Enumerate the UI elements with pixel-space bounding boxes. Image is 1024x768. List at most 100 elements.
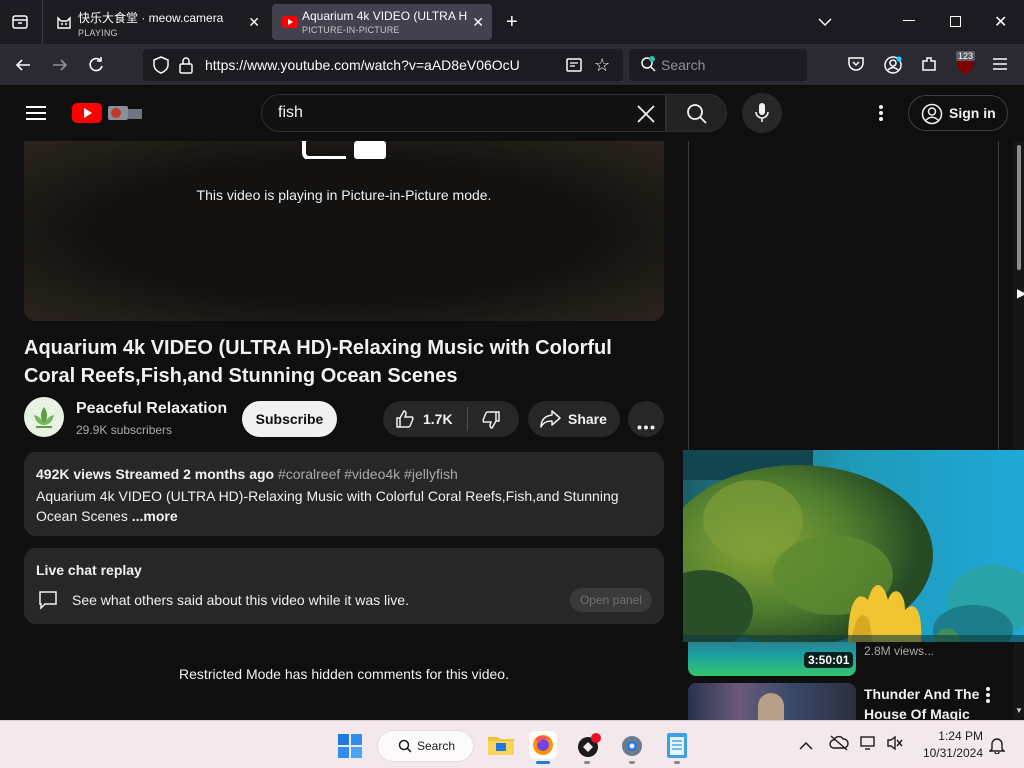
share-label: Share <box>568 411 607 427</box>
onedrive-cloud-icon[interactable] <box>829 735 849 756</box>
pocket-icon[interactable] <box>847 55 865 78</box>
thumbnail-figure <box>758 693 784 720</box>
close-tab-icon[interactable]: ✕ <box>248 14 260 31</box>
thumbs-up-icon <box>395 409 415 434</box>
lock-icon[interactable] <box>178 56 194 79</box>
address-bar[interactable]: https://www.youtube.com/watch?v=aAD8eV06… <box>143 49 623 81</box>
bookmark-star-icon[interactable]: ☆ <box>594 55 610 76</box>
search-placeholder: Search <box>661 57 706 73</box>
recommendation-more-icon[interactable] <box>985 686 991 709</box>
taskbar-time[interactable]: 1:24 PM <box>915 729 983 743</box>
cat-favicon-icon <box>56 14 72 35</box>
settings-gear-icon[interactable] <box>619 733 645 764</box>
firefox-taskbar-icon[interactable] <box>529 731 557 759</box>
notification-bell-icon[interactable] <box>988 736 1006 759</box>
account-icon[interactable] <box>883 55 903 80</box>
channel-name[interactable]: Peaceful Relaxation <box>76 400 227 418</box>
close-tab-icon[interactable]: ✕ <box>472 14 484 31</box>
extensions-icon[interactable] <box>920 55 938 78</box>
subscriber-count: 29.9K subscribers <box>76 423 173 437</box>
open-app-indicator <box>584 761 590 764</box>
windows-taskbar: Search 1:24 PM 10/31/2024 <box>0 720 1024 768</box>
restore-icon[interactable] <box>950 16 961 27</box>
search-engine-icon[interactable] <box>640 56 656 77</box>
recommendation-title[interactable]: Thunder And The House Of Magic <box>864 684 984 724</box>
browser-search-box[interactable]: Search <box>629 49 807 81</box>
like-button[interactable]: 1.7K <box>383 401 468 437</box>
restricted-mode-message: Restricted Mode has hidden comments for … <box>179 666 509 682</box>
ublock-extension-icon[interactable]: 123 <box>954 51 976 77</box>
subscribe-button[interactable]: Subscribe <box>242 401 337 437</box>
sign-in-button[interactable]: Sign in <box>908 95 1008 131</box>
user-circle-icon <box>921 103 943 130</box>
youtube-favicon-icon <box>282 15 298 34</box>
guide-menu-icon[interactable] <box>26 105 46 126</box>
scroll-down-arrow-icon[interactable]: ▼ <box>1015 706 1023 715</box>
url-text[interactable]: https://www.youtube.com/watch?v=aAD8eV06… <box>205 57 545 73</box>
open-panel-button[interactable]: Open panel <box>570 588 652 612</box>
search-icon <box>398 739 412 758</box>
tab-status: PICTURE-IN-PICTURE <box>302 25 400 35</box>
new-tab-icon[interactable]: + <box>506 11 518 34</box>
more-horizontal-icon <box>637 417 655 435</box>
thumbs-down-icon[interactable] <box>481 410 501 435</box>
description-box[interactable]: 492K views Streamed 2 months ago #coralr… <box>24 452 664 536</box>
sign-in-label: Sign in <box>949 105 996 121</box>
volume-muted-icon[interactable] <box>886 735 904 756</box>
notepad-icon[interactable] <box>666 731 688 764</box>
share-arrow-icon <box>540 409 562 434</box>
voice-search-button[interactable] <box>742 93 782 133</box>
more-actions-button[interactable] <box>628 401 664 437</box>
search-query: fish <box>278 104 303 121</box>
sidebar-divider <box>688 141 689 451</box>
clear-search-icon[interactable] <box>636 104 656 129</box>
recommendation-views: 2.8M views... <box>864 644 935 658</box>
reload-icon[interactable] <box>87 56 105 74</box>
tab-meow-camera[interactable]: 快乐大食堂 · meow.camera PLAYING ✕ <box>48 4 268 40</box>
taskbar-search-box[interactable]: Search <box>377 730 474 762</box>
taskbar-date[interactable]: 10/31/2024 <box>915 746 983 760</box>
shield-icon[interactable] <box>152 56 170 79</box>
windows-start-icon[interactable] <box>338 734 362 763</box>
youtube-logo-icon[interactable] <box>72 102 144 129</box>
close-window-icon[interactable]: ✕ <box>994 12 1007 32</box>
youtube-search-input[interactable]: fish <box>261 94 666 132</box>
show-hidden-icons-icon[interactable] <box>799 738 813 756</box>
forward-icon[interactable] <box>51 56 69 74</box>
aquarium-coral-video-frame <box>683 450 1024 642</box>
like-count: 1.7K <box>423 411 453 427</box>
live-chat-text: See what others said about this video wh… <box>72 592 409 608</box>
network-icon[interactable] <box>860 735 878 756</box>
tab-overview-icon[interactable] <box>10 12 30 37</box>
youtube-search-button[interactable] <box>666 94 727 132</box>
pip-icon <box>302 141 386 160</box>
reader-view-icon[interactable] <box>565 56 583 79</box>
browser-tab-bar: 快乐大食堂 · meow.camera PLAYING ✕ Aquarium 4… <box>0 0 1024 44</box>
scrollbar-thumb[interactable] <box>1017 145 1021 270</box>
recommendation-thumbnail[interactable] <box>688 683 856 720</box>
recommendation-thumbnail[interactable]: 3:50:01 <box>688 640 856 676</box>
hashtags[interactable]: #coralreef #video4k #jellyfish <box>278 466 458 482</box>
sidebar-expand-arrow-icon[interactable]: ▶ <box>1017 286 1024 300</box>
show-more-link[interactable]: ...more <box>132 508 178 524</box>
minimize-icon[interactable] <box>903 20 915 21</box>
channel-avatar[interactable] <box>24 397 64 437</box>
description-body: Aquarium 4k VIDEO (ULTRA HD)-Relaxing Mu… <box>36 488 619 524</box>
divider <box>42 0 43 44</box>
tab-title: Aquarium 4k VIDEO (ULTRA HD <box>302 9 467 23</box>
app-taskbar-icon[interactable] <box>576 733 602 764</box>
tab-aquarium-video[interactable]: Aquarium 4k VIDEO (ULTRA HD PICTURE-IN-P… <box>272 4 492 40</box>
file-explorer-icon[interactable] <box>488 733 514 760</box>
open-app-indicator <box>629 761 635 764</box>
more-settings-icon[interactable] <box>878 104 884 127</box>
youtube-header: fish Sign in <box>0 86 1024 141</box>
list-all-tabs-icon[interactable] <box>818 14 832 32</box>
menu-icon[interactable] <box>993 57 1007 76</box>
share-button[interactable]: Share <box>528 401 620 437</box>
picture-in-picture-window[interactable] <box>683 450 1024 642</box>
video-title: Aquarium 4k VIDEO (ULTRA HD)-Relaxing Mu… <box>24 337 612 387</box>
active-app-indicator <box>536 761 550 764</box>
video-player[interactable]: This video is playing in Picture-in-Pict… <box>24 141 664 321</box>
back-icon[interactable] <box>14 56 32 74</box>
player-background <box>24 141 664 321</box>
